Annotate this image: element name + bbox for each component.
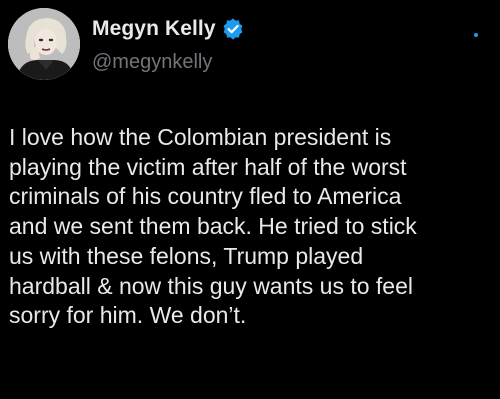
avatar[interactable] bbox=[8, 8, 80, 80]
author-handle[interactable]: @megynkelly bbox=[92, 51, 212, 74]
more-options-icon[interactable] bbox=[474, 33, 478, 37]
author-display-name[interactable]: Megyn Kelly bbox=[92, 17, 216, 41]
tweet-card: Megyn Kelly @megynkelly I love how the C… bbox=[0, 0, 500, 399]
verified-badge-icon bbox=[222, 18, 244, 40]
profile-photo-image bbox=[8, 8, 80, 80]
tweet-body-text: I love how the Colombian president is pl… bbox=[9, 124, 417, 329]
author-name-row: Megyn Kelly bbox=[92, 17, 244, 41]
